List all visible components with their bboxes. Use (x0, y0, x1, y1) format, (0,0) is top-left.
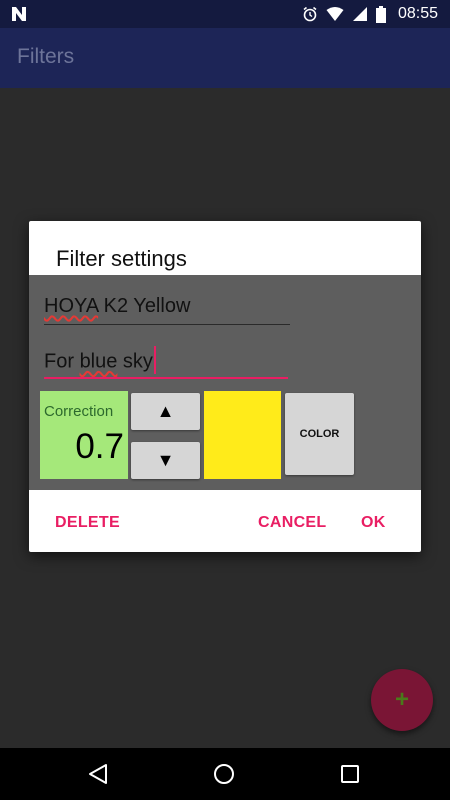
filter-name-underline (44, 324, 290, 325)
status-bar: 08:55 (0, 0, 450, 28)
recents-icon[interactable] (339, 762, 361, 786)
color-button[interactable]: COLOR (285, 393, 354, 475)
text-cursor (153, 346, 156, 374)
app-title: Filters (17, 45, 75, 68)
n-notification-icon (12, 7, 26, 21)
delete-button[interactable]: DELETE (55, 514, 120, 532)
filter-settings-dialog: Filter settings HOYA K2 Yellow For blue … (29, 221, 421, 552)
arrow-up-icon: ▲ (156, 401, 175, 421)
arrow-down-icon: ▼ (156, 450, 175, 470)
filter-name-rest: K2 Yellow (98, 295, 191, 317)
ok-button[interactable]: OK (361, 514, 386, 532)
correction-display: Correction 0.7 (40, 391, 128, 479)
alarm-icon (303, 6, 317, 22)
cancel-button[interactable]: CANCEL (258, 514, 326, 532)
increase-correction-button[interactable]: ▲ (131, 393, 200, 430)
plus-icon: + (394, 686, 409, 713)
description-underline-focused (44, 377, 288, 379)
signal-icon (352, 7, 367, 21)
color-swatch (204, 391, 281, 479)
correction-label: Correction (44, 403, 114, 420)
decrease-correction-button[interactable]: ▼ (131, 442, 200, 479)
navigation-bar (0, 748, 450, 800)
dialog-body: HOYA K2 Yellow For blue sky Correction 0… (29, 275, 421, 490)
app-bar: Filters (0, 28, 450, 88)
dialog-title: Filter settings (56, 246, 187, 271)
description-field[interactable]: For blue sky (44, 346, 156, 376)
correction-value: 0.7 (75, 427, 124, 466)
description-part-3: sky (117, 350, 153, 373)
home-icon[interactable] (212, 762, 236, 786)
wifi-icon (326, 7, 344, 21)
filter-name-misspelled: HOYA (44, 295, 99, 317)
back-icon[interactable] (87, 762, 109, 786)
battery-icon (375, 5, 386, 23)
add-filter-button[interactable]: + (371, 669, 433, 731)
description-part-1: For (44, 350, 80, 373)
color-button-label: COLOR (299, 428, 340, 440)
description-misspelled: blue (79, 350, 118, 373)
filter-name-field[interactable]: HOYA K2 Yellow (44, 295, 190, 318)
clock: 08:55 (397, 5, 438, 22)
